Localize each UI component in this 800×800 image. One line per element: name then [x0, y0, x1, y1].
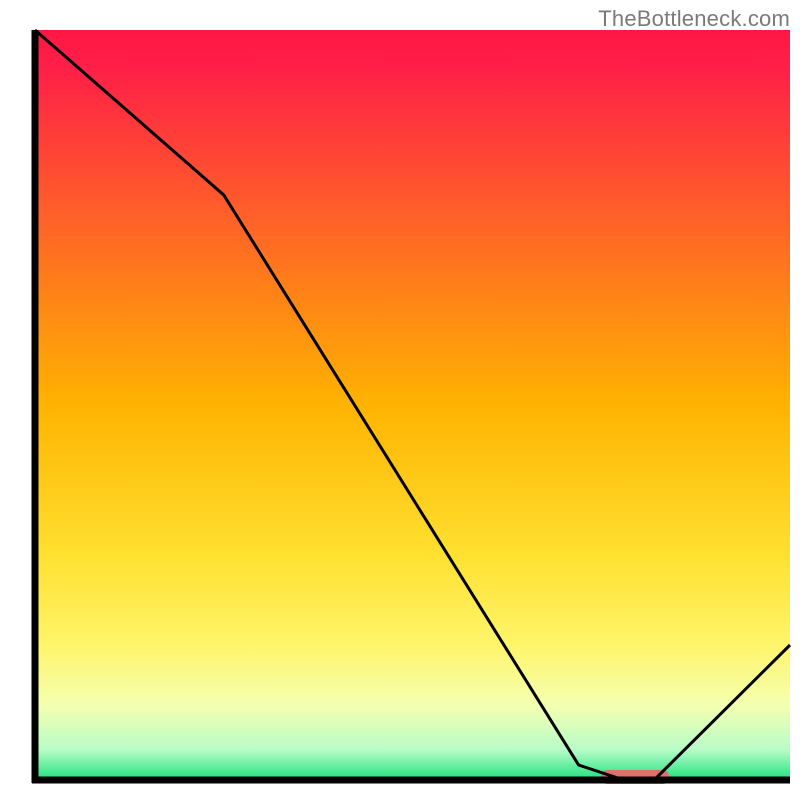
watermark-text: TheBottleneck.com — [598, 6, 790, 32]
chart-container: TheBottleneck.com — [0, 0, 800, 800]
bottleneck-chart — [0, 0, 800, 800]
plot-background — [35, 30, 790, 780]
